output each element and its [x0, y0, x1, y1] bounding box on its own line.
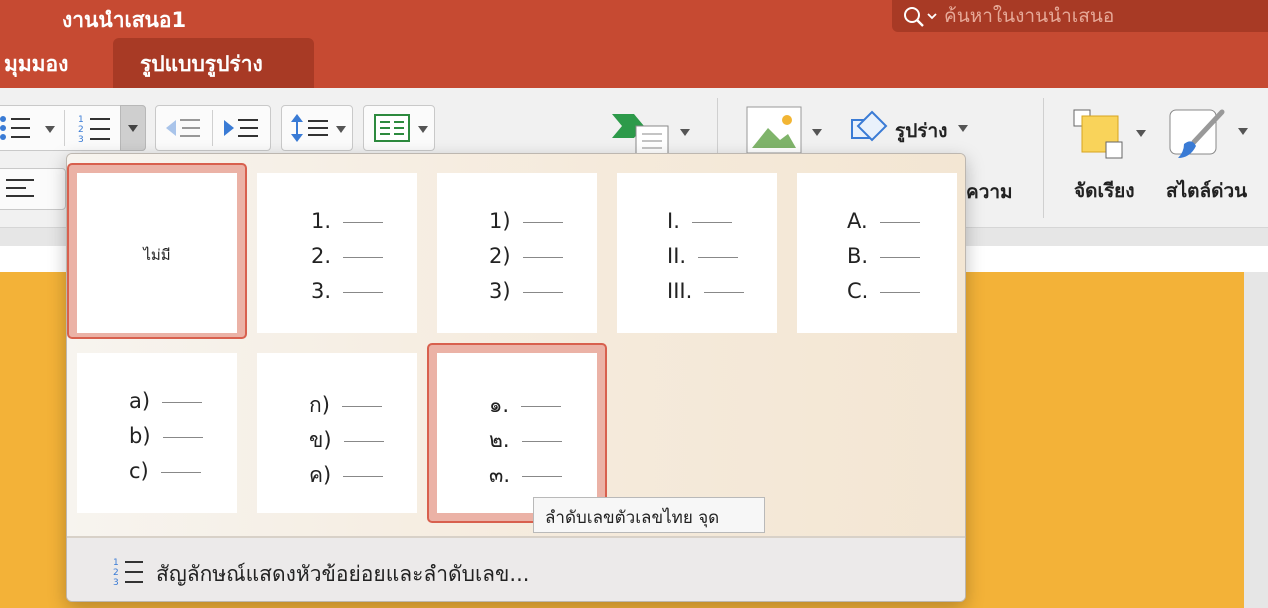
- arrange-icon[interactable]: [1072, 108, 1126, 160]
- list-item: 3.: [311, 279, 384, 303]
- tooltip: ลำดับเลขตัวเลขไทย จุด: [533, 497, 765, 533]
- list-item: A.: [847, 209, 920, 233]
- none-label: ไม่มี: [143, 246, 171, 264]
- bullets-numbering-label: สัญลักษณ์แสดงหัวข้อย่อยและลำดับเลข...: [156, 562, 530, 586]
- picture-icon[interactable]: [746, 106, 802, 154]
- list-item: ๑.: [489, 389, 562, 422]
- numbering-gallery: ไม่มี 1. 2. 3. 1) 2) 3) I. II. III. A. B…: [66, 153, 966, 602]
- svg-text:1: 1: [78, 115, 84, 125]
- list-item: ๒.: [489, 424, 562, 457]
- list-item: B.: [847, 244, 921, 268]
- ribbon-tabs: มุมมอง รูปแบบรูปร่าง: [0, 38, 1268, 88]
- svg-text:2: 2: [113, 568, 119, 578]
- list-item: 1.: [311, 209, 384, 233]
- chevron-down-icon: [1136, 130, 1146, 137]
- numbering-option-arabic-period[interactable]: 1. 2. 3.: [257, 173, 417, 333]
- numbering-option-thai-digit-period[interactable]: ๑. ๒. ๓.: [437, 353, 597, 513]
- list-item: a): [129, 389, 203, 413]
- numbering-icon[interactable]: 1 2 3: [78, 113, 112, 143]
- increase-indent-icon[interactable]: [222, 116, 262, 140]
- align-left-icon: [6, 179, 34, 197]
- document-title: งานนำเสนอ1: [62, 8, 187, 32]
- list-item: 2.: [311, 244, 384, 268]
- list-item: ข): [309, 424, 384, 457]
- svg-text:1: 1: [113, 558, 119, 568]
- bullets-icon[interactable]: [0, 114, 34, 142]
- svg-text:3: 3: [113, 578, 119, 586]
- arrange-label[interactable]: จัดเรียง: [1074, 176, 1135, 206]
- numbering-option-thai-alpha-paren[interactable]: ก) ข) ค): [257, 353, 417, 513]
- search-input[interactable]: [944, 2, 1254, 30]
- list-item: c): [129, 459, 201, 483]
- columns-icon: [374, 114, 410, 142]
- list-item: II.: [667, 244, 739, 268]
- text-box-label[interactable]: ความ: [966, 177, 1013, 207]
- chevron-down-icon: [680, 129, 690, 136]
- chevron-down-icon: [418, 126, 428, 133]
- shape-label[interactable]: รูปร่าง: [895, 116, 947, 146]
- list-item: III.: [667, 279, 745, 303]
- chevron-down-icon: [336, 126, 346, 133]
- svg-text:2: 2: [78, 125, 84, 135]
- tab-view[interactable]: มุมมอง: [4, 48, 68, 81]
- tab-shape-format[interactable]: รูปแบบรูปร่าง: [113, 38, 314, 88]
- numbering-option-arabic-paren[interactable]: 1) 2) 3): [437, 173, 597, 333]
- divider: [212, 110, 213, 146]
- chevron-down-icon: [1238, 128, 1248, 135]
- search-icon[interactable]: [902, 5, 940, 29]
- svg-text:3: 3: [78, 135, 84, 143]
- numbering-option-alpha-upper[interactable]: A. B. C.: [797, 173, 957, 333]
- quick-styles-icon[interactable]: [1166, 106, 1236, 162]
- tab-shape-format-label: รูปแบบรูปร่าง: [140, 52, 263, 76]
- bullets-dropdown-caret[interactable]: [45, 126, 55, 133]
- list-item: ๓.: [489, 459, 563, 492]
- title-bar: งานนำเสนอ1: [0, 0, 1268, 38]
- list-item: I.: [667, 209, 732, 233]
- decrease-indent-icon[interactable]: [164, 116, 204, 140]
- numbering-option-roman-upper[interactable]: I. II. III.: [617, 173, 777, 333]
- numbering-option-alpha-lower-paren[interactable]: a) b) c): [77, 353, 237, 513]
- list-item: 1): [489, 209, 563, 233]
- list-item: ก): [309, 389, 382, 422]
- divider: [64, 110, 65, 146]
- search-box[interactable]: [892, 0, 1268, 32]
- list-item: ค): [309, 459, 384, 492]
- divider: [1043, 98, 1044, 218]
- list-item: C.: [847, 279, 921, 303]
- shapes-icon[interactable]: [850, 110, 890, 146]
- chevron-down-icon: [812, 129, 822, 136]
- line-spacing-icon: [291, 114, 328, 142]
- numbering-option-none[interactable]: ไม่มี: [77, 173, 237, 333]
- numbering-dropdown-button[interactable]: [120, 105, 146, 151]
- numbering-icon: 1 2 3: [113, 558, 143, 586]
- chevron-down-icon: [958, 125, 968, 132]
- list-item: b): [129, 424, 203, 448]
- quick-styles-label[interactable]: สไตล์ด่วน: [1166, 176, 1247, 206]
- chevron-down-icon: [128, 125, 138, 132]
- list-item: 2): [489, 244, 563, 268]
- bullets-numbering-menu-item[interactable]: 1 2 3 สัญลักษณ์แสดงหัวข้อย่อยและลำดับเลข…: [67, 538, 965, 601]
- list-item: 3): [489, 279, 563, 303]
- smartart-icon[interactable]: [612, 112, 672, 156]
